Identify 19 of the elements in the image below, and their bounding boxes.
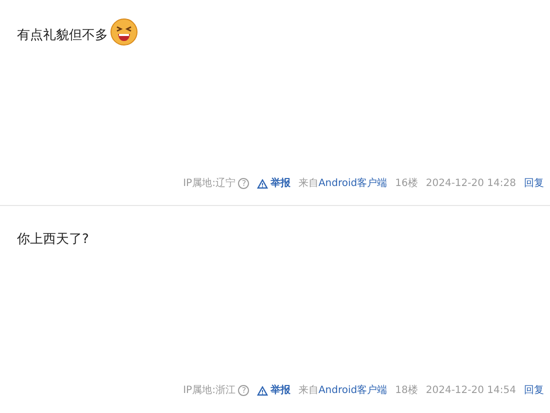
warning-icon <box>257 178 268 188</box>
client-link[interactable]: Android客户端 <box>318 176 388 191</box>
floor-number: 18楼 <box>395 384 418 398</box>
source-label: 来自 <box>298 384 318 398</box>
report-link[interactable]: 举报 <box>257 383 290 398</box>
laughing-emoji-icon <box>110 18 138 46</box>
warning-icon <box>257 386 268 396</box>
client-link[interactable]: Android客户端 <box>318 383 388 398</box>
post-time: 2024-12-20 14:54 <box>426 384 516 398</box>
post-text: 有点礼貌但不多 <box>17 26 108 44</box>
floor-number: 16楼 <box>395 176 418 191</box>
report-link[interactable]: 举报 <box>257 176 290 191</box>
ip-location: IP属地:辽宁 <box>183 176 236 191</box>
post-time: 2024-12-20 14:28 <box>426 177 516 191</box>
reply-link[interactable]: 回复 <box>524 383 544 398</box>
ip-location: IP属地:浙江 <box>183 384 236 398</box>
post-text: 你上西天了? <box>17 231 89 249</box>
reply-link[interactable]: 回复 <box>524 176 544 191</box>
source-label: 来自 <box>298 176 318 191</box>
